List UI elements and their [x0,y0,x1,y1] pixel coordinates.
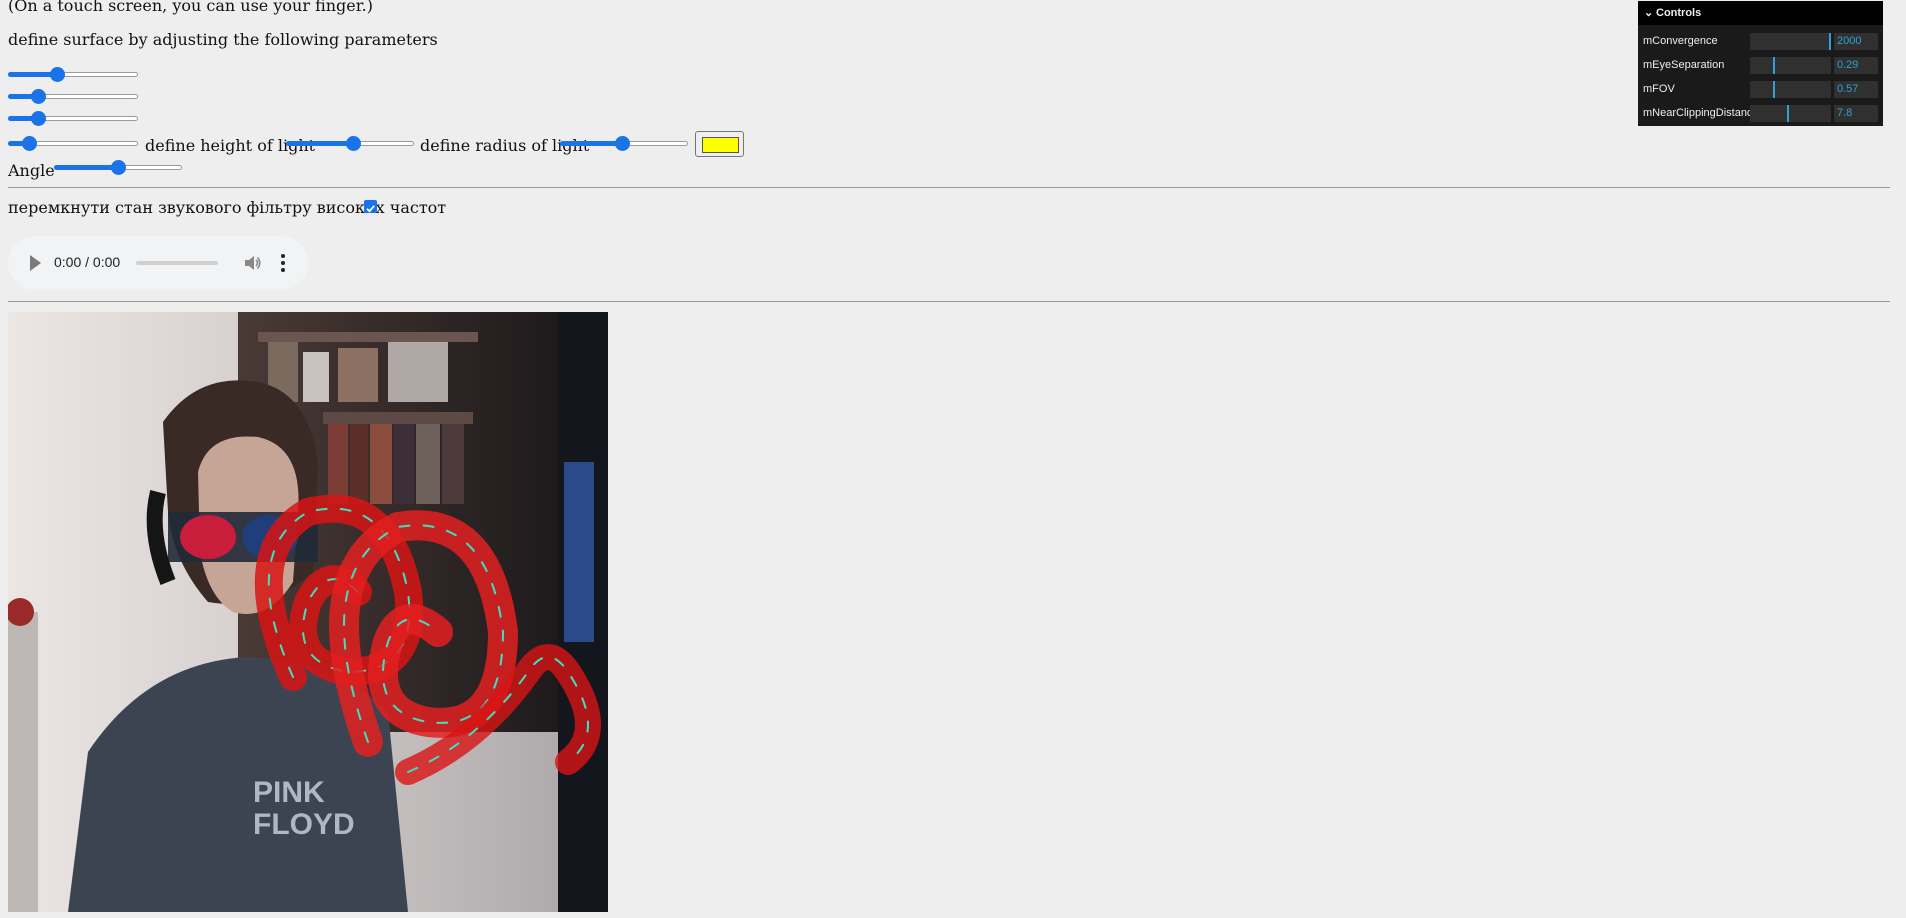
control-value-input[interactable]: 0.57 [1834,81,1878,98]
control-label: mFOV [1643,83,1675,95]
light-radius-slider[interactable] [560,135,688,151]
svg-text:PINK: PINK [253,776,325,809]
divider-bottom [8,301,1890,302]
control-row-eye-separation: mEyeSeparation 0.29 [1638,53,1883,77]
controls-panel-title-bar[interactable]: ⌄ Controls [1638,1,1883,25]
angle-slider[interactable] [54,159,182,175]
light-color-picker[interactable] [695,131,744,157]
surface-slider-1[interactable] [8,66,138,82]
control-slider[interactable] [1750,81,1831,98]
control-row-near-clipping: mNearClippingDistance 7.8 [1638,101,1883,125]
audio-player: 0:00 / 0:00 [8,236,308,290]
chevron-down-icon: ⌄ [1644,7,1654,19]
control-slider[interactable] [1750,33,1831,50]
controls-panel: ⌄ Controls mConvergence 2000 mEyeSeparat… [1638,1,1883,126]
control-value-input[interactable]: 7.8 [1834,105,1878,122]
filter-toggle-label: перемкнути стан звукового фільтру високи… [8,198,447,217]
check-icon [366,205,375,213]
surface-slider-4[interactable] [8,135,138,151]
webcam-scene: PINK FLOYD [8,312,608,912]
play-icon[interactable] [30,255,41,271]
control-row-convergence: mConvergence 2000 [1638,29,1883,53]
control-label: mConvergence [1643,35,1718,47]
audio-time: 0:00 / 0:00 [54,254,121,270]
control-slider[interactable] [1750,57,1831,74]
webgl-canvas[interactable]: PINK FLOYD [8,312,608,912]
surface-slider-2[interactable] [8,88,138,104]
control-label: mNearClippingDistance [1643,107,1759,119]
svg-text:FLOYD: FLOYD [253,808,355,841]
control-value-input[interactable]: 2000 [1834,33,1878,50]
surface-slider-3[interactable] [8,110,138,126]
control-label: mEyeSeparation [1643,59,1725,71]
more-options-icon[interactable] [280,253,286,273]
light-color-swatch [702,137,739,153]
surface-label: define surface by adjusting the followin… [8,30,438,49]
audio-progress-bar[interactable] [136,261,218,265]
volume-icon[interactable] [242,253,262,273]
divider-top [8,187,1890,188]
touch-note: (On a touch screen, you can use your fin… [8,0,373,15]
light-height-slider[interactable] [286,135,414,151]
control-slider[interactable] [1750,105,1831,122]
control-row-fov: mFOV 0.57 [1638,77,1883,101]
angle-label: Angle [8,161,55,180]
controls-panel-title: Controls [1656,7,1702,19]
control-value-input[interactable]: 0.29 [1834,57,1878,74]
filter-toggle-checkbox[interactable] [364,200,377,213]
